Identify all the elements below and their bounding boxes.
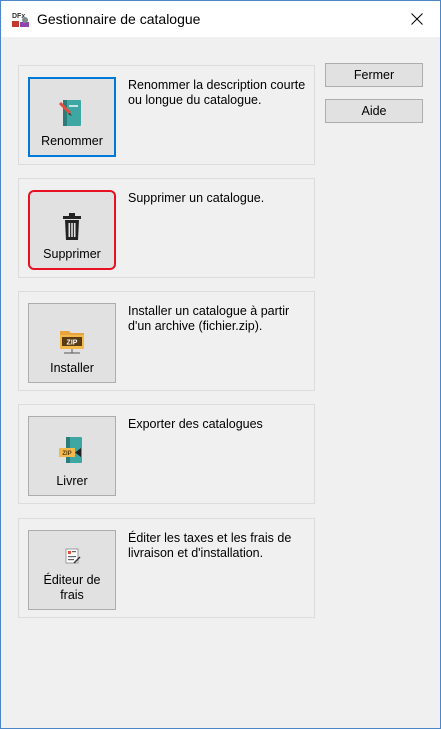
rename-description: Renommer la description courte ou longue… (128, 78, 306, 107)
close-button[interactable]: Fermer (325, 63, 423, 87)
install-button[interactable]: ZIP Installer (28, 303, 116, 383)
delete-button[interactable]: Supprimer (28, 190, 116, 270)
zip-export-icon: ZIP (59, 437, 82, 463)
zip-folder-icon: ZIP (60, 331, 84, 354)
deliver-group: ZIP Livrer Exporter des catalogues (18, 404, 315, 504)
deliver-button[interactable]: ZIP Livrer (28, 416, 116, 496)
rename-button[interactable]: Renommer (28, 77, 116, 157)
deliver-description: Exporter des catalogues (128, 417, 263, 431)
delete-description: Supprimer un catalogue. (128, 191, 265, 205)
rename-button-label: Renommer (41, 134, 103, 148)
catalogue-manager-window: DFx Gestionnaire de catalogue Renommer R… (0, 0, 441, 729)
install-group: ZIP Installer Installer un catalogue à p… (18, 291, 315, 391)
window-title: Gestionnaire de catalogue (37, 11, 201, 27)
install-description: Installer un catalogue à partir d'un arc… (128, 304, 290, 333)
delete-button-label: Supprimer (43, 247, 101, 261)
fees-editor-group: Éditeur de frais Éditer les taxes et les… (18, 518, 315, 618)
close-window-button[interactable] (394, 1, 440, 37)
install-button-label: Installer (50, 361, 94, 375)
delete-group: Supprimer Supprimer un catalogue. (18, 178, 315, 278)
fees-editor-button-label: Éditeur de frais (43, 573, 101, 602)
book-pencil-icon (58, 100, 81, 126)
fees-editor-icon (65, 548, 81, 564)
trash-icon (63, 213, 81, 240)
svg-text:ZIP: ZIP (67, 340, 78, 347)
help-button[interactable]: Aide (325, 99, 423, 123)
close-icon (411, 13, 423, 25)
app-icon: DFx (12, 13, 29, 27)
title-bar: DFx Gestionnaire de catalogue (1, 1, 440, 37)
svg-text:ZIP: ZIP (62, 451, 71, 457)
rename-group: Renommer Renommer la description courte … (18, 65, 315, 165)
fees-editor-description: Éditer les taxes et les frais de livrais… (128, 531, 292, 560)
fees-editor-button[interactable]: Éditeur de frais (28, 530, 116, 610)
deliver-button-label: Livrer (56, 474, 88, 488)
